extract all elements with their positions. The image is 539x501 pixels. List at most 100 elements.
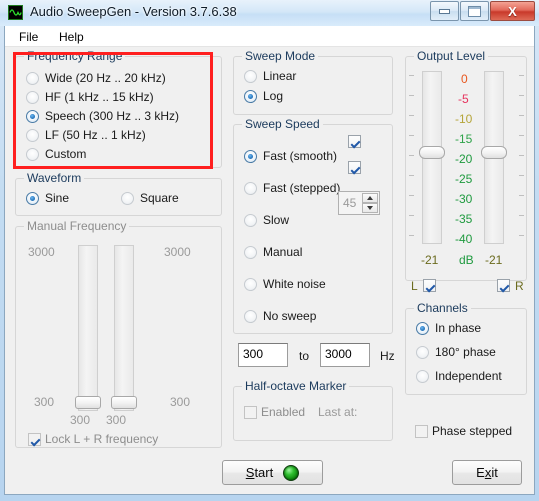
radio-frequency-hf[interactable]: HF (1 kHz .. 15 kHz) xyxy=(26,90,154,104)
radio-label: Sine xyxy=(45,191,70,205)
checkbox-icon xyxy=(244,405,257,419)
frequency-to-label: to xyxy=(299,349,310,363)
radio-sweep-speed-fast-stepped[interactable]: Fast (stepped) xyxy=(244,181,340,195)
output-level-group: Output Level 0 -5 -10 -15 -20 -25 -30 -3… xyxy=(405,49,527,281)
checkbox-label: Enabled xyxy=(261,405,306,419)
output-scale-label: -35 xyxy=(455,212,473,226)
start-button-label: Start xyxy=(245,465,274,480)
radio-sweep-mode-log[interactable]: Log xyxy=(244,89,283,103)
checkbox-lock-lr-frequency[interactable]: Lock L + R frequency xyxy=(28,432,158,446)
checkbox-sweep-speed-top[interactable] xyxy=(348,135,365,148)
close-button[interactable]: X xyxy=(490,1,535,21)
radio-frequency-custom[interactable]: Custom xyxy=(26,147,86,161)
checkbox-sweep-speed-bottom[interactable] xyxy=(348,161,365,174)
scale-tick xyxy=(519,215,524,216)
channels-group: Channels In phase 180° phase Independent xyxy=(405,301,527,395)
checkbox-label: Phase stepped xyxy=(432,424,513,438)
output-scale-label: -15 xyxy=(455,132,473,146)
half-octave-last-at-label: Last at: xyxy=(318,405,358,419)
radio-icon xyxy=(416,345,429,359)
radio-channels-independent[interactable]: Independent xyxy=(416,369,502,383)
radio-label: 180° phase xyxy=(435,345,496,359)
radio-sweep-speed-slow[interactable]: Slow xyxy=(244,213,289,227)
app-window: Audio SweepGen - Version 3.7.6.38 X File… xyxy=(0,0,539,501)
spinner-down-button[interactable] xyxy=(362,203,378,213)
manual-right-slider-thumb[interactable] xyxy=(111,396,137,409)
radio-sweep-speed-no-sweep[interactable]: No sweep xyxy=(244,309,316,323)
checkbox-output-left-enable[interactable] xyxy=(423,279,440,292)
radio-frequency-speech[interactable]: Speech (300 Hz .. 3 kHz) xyxy=(26,109,179,123)
radio-frequency-lf[interactable]: LF (50 Hz .. 1 kHz) xyxy=(26,128,146,142)
radio-icon xyxy=(244,277,257,291)
manual-right-slider-track[interactable] xyxy=(114,245,134,411)
start-button[interactable]: Start xyxy=(222,460,323,485)
radio-label: LF (50 Hz .. 1 kHz) xyxy=(45,128,146,142)
green-led-icon xyxy=(283,464,300,481)
radio-icon xyxy=(416,321,429,335)
checkbox-half-octave-enabled[interactable]: Enabled xyxy=(244,405,305,419)
radio-label: Fast (stepped) xyxy=(263,181,341,195)
radio-waveform-sine[interactable]: Sine xyxy=(26,191,69,205)
scale-tick xyxy=(519,75,524,76)
radio-icon xyxy=(244,149,257,163)
half-octave-marker-title: Half-octave Marker xyxy=(242,379,350,393)
scale-tick xyxy=(409,175,414,176)
waveform-group: Waveform Sine Square xyxy=(15,171,222,216)
close-icon: X xyxy=(508,3,517,19)
radio-label: Custom xyxy=(45,147,87,161)
minimize-button[interactable] xyxy=(430,1,459,21)
checkbox-icon xyxy=(348,161,361,174)
radio-waveform-square[interactable]: Square xyxy=(121,191,179,205)
radio-channels-180-phase[interactable]: 180° phase xyxy=(416,345,496,359)
radio-label: HF (1 kHz .. 15 kHz) xyxy=(45,90,154,104)
output-left-value: -21 xyxy=(421,253,439,267)
radio-label: Wide (20 Hz .. 20 kHz) xyxy=(45,71,166,85)
checkbox-phase-stepped[interactable]: Phase stepped xyxy=(415,424,512,438)
radio-icon xyxy=(244,213,257,227)
manual-right-max-label: 3000 xyxy=(164,245,191,259)
frequency-to-input[interactable]: 3000 xyxy=(320,343,370,367)
radio-label: Speech (300 Hz .. 3 kHz) xyxy=(45,109,180,123)
exit-button[interactable]: Exit xyxy=(452,460,522,485)
frequency-range-group: Frequency Range Wide (20 Hz .. 20 kHz) H… xyxy=(15,49,222,168)
scale-tick xyxy=(519,115,524,116)
scale-tick xyxy=(519,135,524,136)
radio-icon xyxy=(26,71,39,85)
manual-left-min-label: 300 xyxy=(34,395,55,409)
manual-left-slider-thumb[interactable] xyxy=(75,396,101,409)
checkbox-icon xyxy=(28,432,41,446)
scale-tick xyxy=(409,135,414,136)
exit-button-label: Exit xyxy=(476,465,498,480)
spinner-up-button[interactable] xyxy=(362,193,378,203)
radio-icon xyxy=(26,147,39,161)
radio-sweep-speed-manual[interactable]: Manual xyxy=(244,245,302,259)
radio-label: In phase xyxy=(435,321,482,335)
manual-left-slider-track[interactable] xyxy=(78,245,98,411)
sweep-speed-spinner[interactable]: 45 xyxy=(338,191,380,215)
radio-channels-in-phase[interactable]: In phase xyxy=(416,321,481,335)
title-bar[interactable]: Audio SweepGen - Version 3.7.6.38 X xyxy=(0,0,539,26)
frequency-from-input[interactable]: 300 xyxy=(238,343,288,367)
radio-sweep-speed-fast-smooth[interactable]: Fast (smooth) xyxy=(244,149,337,163)
output-right-channel-label: R xyxy=(515,279,524,293)
maximize-button[interactable] xyxy=(460,1,489,21)
output-unit-label: dB xyxy=(459,253,474,267)
sweep-speed-group: Sweep Speed Fast (smooth) Fast (stepped)… xyxy=(233,117,393,334)
triangle-up-icon xyxy=(367,196,373,200)
menu-item-help[interactable]: Help xyxy=(53,29,90,45)
output-right-slider-thumb[interactable] xyxy=(481,146,507,159)
output-left-slider-thumb[interactable] xyxy=(419,146,445,159)
radio-frequency-wide[interactable]: Wide (20 Hz .. 20 kHz) xyxy=(26,71,166,85)
manual-frequency-group: Manual Frequency 3000 3000 300 300 300 3… xyxy=(15,219,222,448)
scale-tick xyxy=(519,235,524,236)
radio-label: Log xyxy=(263,89,284,103)
radio-sweep-mode-linear[interactable]: Linear xyxy=(244,69,296,83)
radio-label: Fast (smooth) xyxy=(263,149,338,163)
menu-bar: File Help xyxy=(5,26,534,47)
spinner-value: 45 xyxy=(343,196,357,210)
output-scale-label: -20 xyxy=(455,152,473,166)
window-title: Audio SweepGen - Version 3.7.6.38 xyxy=(30,4,237,19)
radio-sweep-speed-white-noise[interactable]: White noise xyxy=(244,277,326,291)
checkbox-output-right-enable[interactable] xyxy=(497,279,514,292)
menu-item-file[interactable]: File xyxy=(13,29,44,45)
